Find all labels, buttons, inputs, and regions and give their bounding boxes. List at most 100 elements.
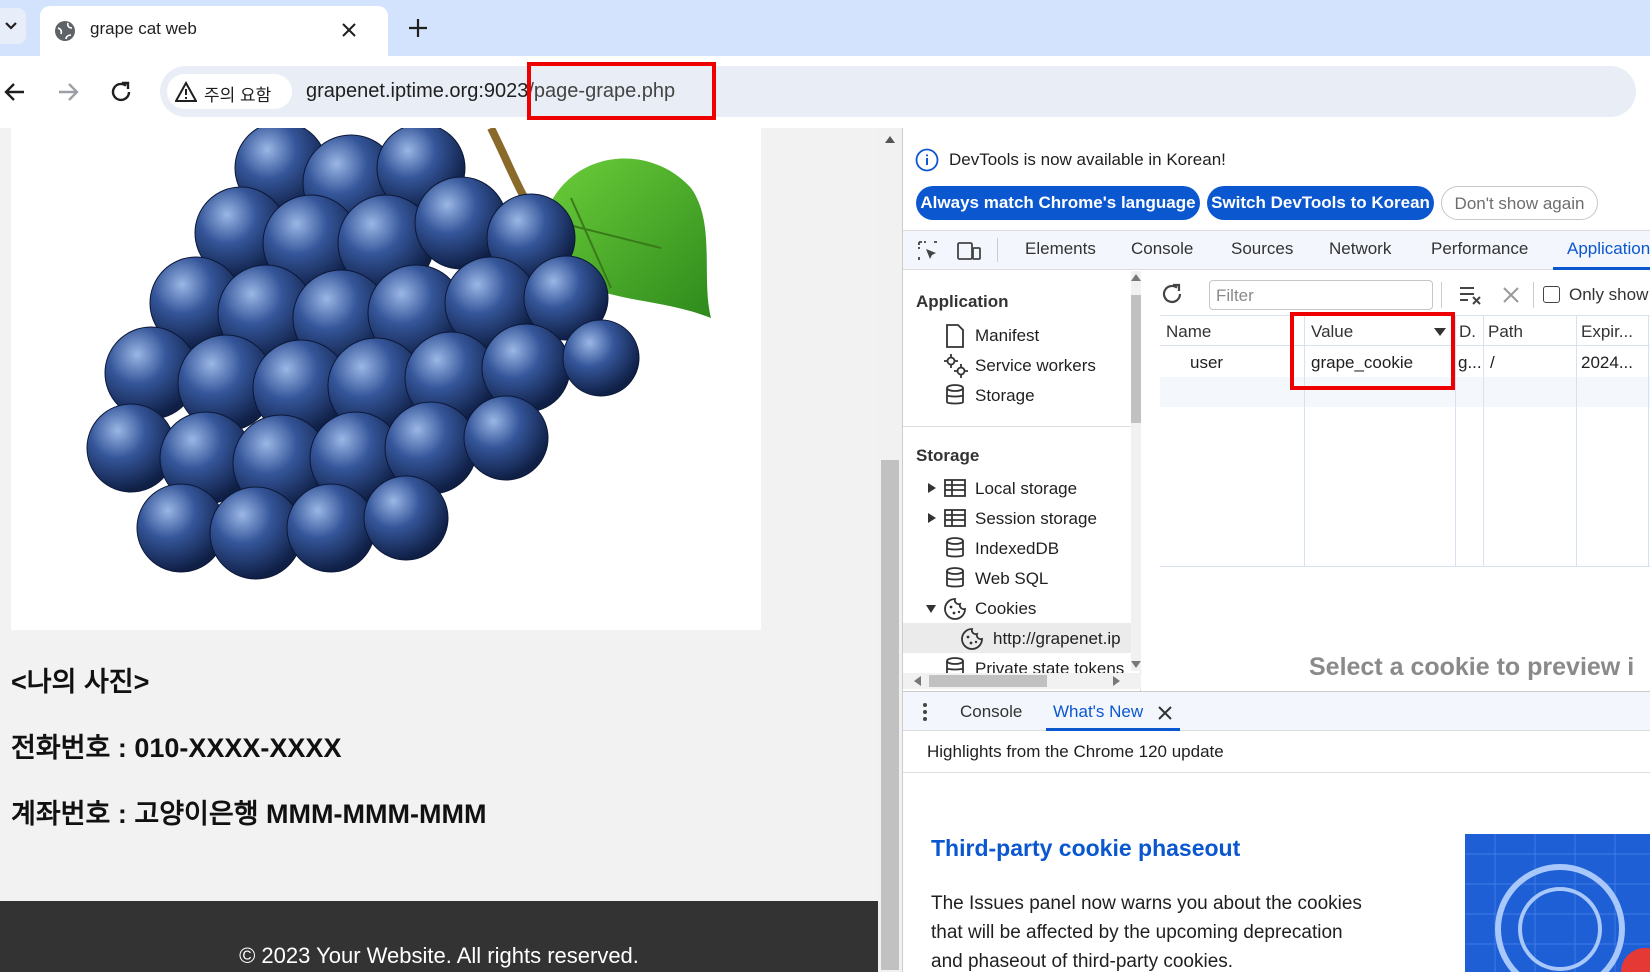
tab-console[interactable]: Console [1131, 239, 1193, 259]
sidebar-item-local-storage[interactable]: Local storage [975, 479, 1077, 499]
grape-image [86, 128, 711, 580]
warning-icon [175, 81, 197, 102]
cookie-name-cell: user [1190, 353, 1224, 372]
only-show-checkbox[interactable] [1543, 286, 1560, 303]
new-tab-icon[interactable] [406, 16, 430, 40]
highlight-cookie-value [1290, 312, 1455, 390]
sidebar-item-indexeddb[interactable]: IndexedDB [975, 539, 1059, 559]
drawer-tab-console[interactable]: Console [960, 702, 1022, 722]
refresh-icon[interactable] [1159, 281, 1185, 307]
cookie-filter-input[interactable]: Filter [1209, 280, 1433, 310]
article-text-line: and phaseout of third-party cookies. [931, 951, 1234, 972]
scroll-right-arrow-icon[interactable] [1113, 676, 1121, 686]
close-drawer-tab-icon[interactable] [1157, 705, 1173, 721]
security-chip-label: 주의 요함 [204, 86, 272, 105]
drawer-divider [903, 772, 1650, 773]
back-icon[interactable] [2, 79, 28, 105]
clear-all-cookies-icon[interactable] [1458, 284, 1484, 306]
close-tab-icon[interactable] [338, 19, 360, 41]
sidebar-vscroll[interactable] [1131, 271, 1141, 671]
grape-photo [11, 128, 761, 630]
delete-selected-icon[interactable] [1501, 285, 1521, 305]
page-footer: © 2023 Your Website. All rights reserved… [0, 901, 878, 972]
column-header-domain[interactable]: D. [1459, 322, 1476, 342]
active-tab-underline [1553, 267, 1650, 270]
cookie-icon [961, 628, 983, 650]
column-divider [1455, 316, 1456, 566]
sidebar-hscroll[interactable] [903, 673, 1141, 689]
cookie-icon [944, 598, 966, 620]
sidebar-item-manifest[interactable]: Manifest [975, 326, 1039, 346]
chevron-down-icon [5, 22, 17, 30]
only-show-label: Only show [1569, 285, 1649, 304]
tab-network[interactable]: Network [1329, 239, 1391, 259]
devtools-panel: DevTools is now available in Korean! Alw… [902, 128, 1650, 972]
tab-title: grape cat web [90, 19, 197, 38]
info-icon [915, 148, 939, 172]
sidebar-item-cookies[interactable]: Cookies [975, 599, 1036, 619]
forward-icon[interactable] [55, 79, 81, 105]
column-header-expires[interactable]: Expir... [1581, 322, 1633, 342]
tab-sources[interactable]: Sources [1231, 239, 1293, 259]
globe-icon [55, 21, 75, 41]
column-divider [1483, 316, 1484, 566]
more-options-icon[interactable] [921, 702, 929, 722]
sidebar-item-cookie-origin[interactable]: http://grapenet.ip [993, 629, 1127, 649]
sidebar-item-session-storage[interactable]: Session storage [975, 509, 1097, 529]
tab-elements[interactable]: Elements [1025, 239, 1096, 259]
column-header-name[interactable]: Name [1166, 322, 1211, 342]
document-icon [946, 324, 964, 348]
sidebar-item-storage[interactable]: Storage [975, 386, 1035, 406]
scroll-down-arrow-icon[interactable] [1131, 661, 1141, 669]
dont-show-again-button[interactable]: Don't show again [1441, 186, 1598, 220]
sidebar-hscroll-thumb[interactable] [929, 675, 1047, 687]
page-scrollbar-thumb[interactable] [881, 460, 899, 970]
sidebar-header-storage: Storage [916, 446, 980, 465]
toolbar-divider [1441, 282, 1442, 308]
footer-copyright: © 2023 Your Website. All rights reserved… [239, 943, 639, 968]
scroll-left-arrow-icon[interactable] [913, 676, 921, 686]
whats-new-subtitle: Highlights from the Chrome 120 update [927, 742, 1224, 761]
page-scrollbar[interactable] [878, 128, 902, 972]
tab-application[interactable]: Application [1567, 239, 1650, 259]
column-header-path[interactable]: Path [1488, 322, 1523, 342]
column-divider [1576, 316, 1577, 566]
sidebar-item-service-workers[interactable]: Service workers [975, 356, 1096, 376]
cookie-path-cell: / [1490, 353, 1495, 372]
drawer-tab-whats-new[interactable]: What's New [1053, 702, 1143, 722]
reload-icon[interactable] [108, 79, 134, 105]
device-toolbar-icon[interactable] [956, 240, 982, 262]
tab-performance[interactable]: Performance [1431, 239, 1528, 259]
scroll-up-arrow-icon[interactable] [1131, 273, 1141, 281]
infobar-text: DevTools is now available in Korean! [949, 150, 1226, 169]
table-icon [944, 479, 966, 497]
feature-illustration [1465, 834, 1650, 972]
filter-placeholder: Filter [1216, 286, 1254, 305]
article-text-line: The Issues panel now warns you about the… [931, 893, 1362, 914]
inspect-element-icon[interactable] [917, 240, 939, 262]
database-icon [946, 384, 964, 405]
sidebar-vscroll-thumb[interactable] [1131, 295, 1141, 423]
collapse-arrow-icon[interactable] [925, 604, 937, 614]
always-match-language-button[interactable]: Always match Chrome's language [916, 186, 1200, 220]
expand-arrow-icon[interactable] [927, 512, 937, 524]
scroll-up-arrow-icon[interactable] [884, 134, 896, 144]
tab-divider [997, 238, 998, 262]
expand-arrow-icon[interactable] [927, 482, 937, 494]
webpage-viewport: <나의 사진> 전화번호 : 010-XXXX-XXXX 계좌번호 : 고양이은… [0, 128, 878, 972]
toolbar-divider [1533, 282, 1534, 308]
cookie-domain-cell: g... [1458, 353, 1482, 372]
cookie-expires-cell: 2024... [1581, 353, 1633, 372]
switch-to-korean-button[interactable]: Switch DevTools to Korean [1207, 186, 1434, 220]
account-number: 계좌번호 : 고양이은행 MMM-MMM-MMM [11, 799, 487, 829]
drawer-active-underline [1046, 728, 1180, 731]
browser-tab[interactable]: grape cat web [40, 6, 388, 56]
sidebar-item-websql[interactable]: Web SQL [975, 569, 1048, 589]
database-icon [946, 567, 964, 588]
tab-search-button[interactable] [0, 8, 26, 44]
cookie-preview-hint: Select a cookie to preview i [1309, 653, 1635, 681]
article-title[interactable]: Third-party cookie phaseout [931, 835, 1240, 862]
security-chip[interactable]: 주의 요함 [167, 74, 292, 109]
table-icon [944, 509, 966, 527]
url-host: grapenet.iptime.org:9023 [306, 80, 529, 102]
